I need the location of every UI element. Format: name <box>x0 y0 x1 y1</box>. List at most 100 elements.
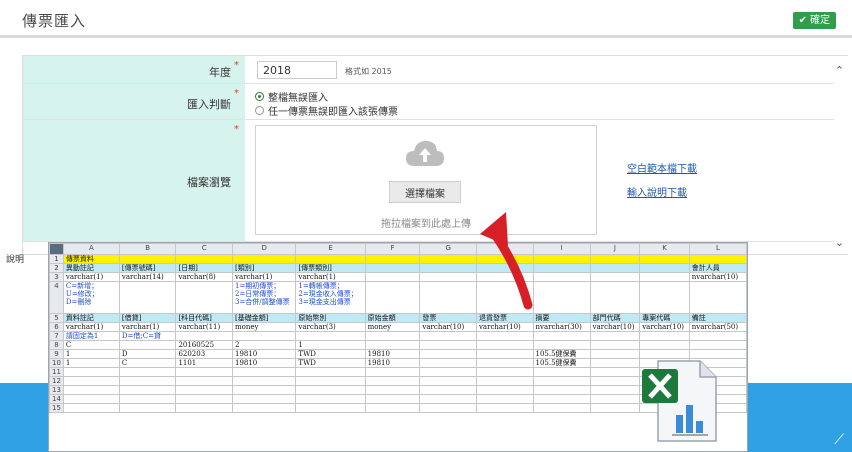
sheet-column-header: K <box>639 243 690 255</box>
sheet-cell <box>295 394 366 404</box>
sheet-cell: [傳票號碼] <box>118 263 177 273</box>
sheet-cell <box>475 340 534 350</box>
sheet-column-header: A <box>62 243 120 255</box>
sheet-cell <box>419 403 477 413</box>
sheet-cell <box>419 349 477 359</box>
chevron-down-icon[interactable]: ⌄ <box>835 236 844 249</box>
sheet-cell <box>295 385 366 395</box>
sheet-cell <box>62 367 120 377</box>
sheet-column-header: G <box>419 243 477 255</box>
sheet-row-number: 8 <box>49 340 64 350</box>
sheet-cell: 1 <box>295 340 366 350</box>
sheet-row: 3 varchar(1) varchar(14) varchar(8) varchar(… <box>49 272 747 282</box>
sheet-cell: [借貸] <box>118 313 177 323</box>
file-label-cell: 檔案瀏覽 * <box>23 120 245 241</box>
sheet-row-number: 6 <box>49 322 64 332</box>
sheet-column-header: J <box>589 243 641 255</box>
sheet-cell: nvarchar(50) <box>688 322 747 332</box>
sheet-cell: 1=期初傳票； 2=日常傳票； 3=合併/調整傳票 <box>231 281 297 314</box>
sheet-cell: 部門代碼 <box>589 313 641 323</box>
sheet-row-number: 9 <box>49 349 64 359</box>
confirm-label: 確定 <box>810 15 830 26</box>
radio-whole-file[interactable]: 整檔無誤匯入 <box>255 89 328 104</box>
sheet-row: 7 請固定為1 D=借;C=貸 <box>49 331 747 341</box>
sheet-cell <box>589 272 641 282</box>
sheet-cell <box>589 385 641 395</box>
sheet-cell: C <box>118 358 177 368</box>
sheet-cell <box>118 403 177 413</box>
sheet-cell: varchar(10) <box>475 322 534 332</box>
file-drop-zone[interactable]: 選擇檔案 拖拉檔案到此處上傳 <box>255 125 597 235</box>
radio-unselected-icon[interactable] <box>255 106 264 115</box>
sheet-cell: 20160525 <box>175 340 233 350</box>
sheet-cell <box>419 331 477 341</box>
chevron-up-icon[interactable]: ⌃ <box>835 64 844 77</box>
sheet-cell: 620203 <box>175 349 233 359</box>
sheet-cell <box>589 367 641 377</box>
radio-selected-icon[interactable] <box>255 92 264 101</box>
sheet-cell: varchar(10) <box>589 322 641 332</box>
sheet-cell <box>364 281 421 314</box>
file-label: 檔案瀏覽 <box>187 176 231 189</box>
sheet-cell <box>364 394 421 404</box>
sheet-cell <box>532 272 591 282</box>
sheet-row-number: 7 <box>49 331 64 341</box>
template-download-link[interactable]: 空白範本檔下載 <box>627 160 697 175</box>
radio-whole-file-label: 整檔無誤匯入 <box>268 93 328 104</box>
sheet-cell: 1=轉帳傳票； 2=現金收入傳票； 3=現金支出傳票 <box>295 281 366 314</box>
import-mode-label: 匯入判斷 <box>187 98 231 111</box>
year-input[interactable] <box>257 61 337 79</box>
drop-hint: 拖拉檔案到此處上傳 <box>381 219 471 230</box>
sheet-cell <box>419 385 477 395</box>
sheet-cell <box>589 254 641 264</box>
sheet-cell <box>231 254 297 264</box>
sheet-cell: 發票 <box>419 313 477 323</box>
sheet-cell: 19810 <box>364 349 421 359</box>
sheet-cell <box>62 385 120 395</box>
sheet-cell <box>118 254 177 264</box>
sheet-cell: 資料註記 <box>62 313 120 323</box>
sheet-cell <box>639 263 690 273</box>
sheet-row-number: 13 <box>49 385 64 395</box>
confirm-button[interactable]: ✔ 確定 <box>792 12 836 29</box>
sheet-cell <box>175 254 233 264</box>
sheet-cell <box>639 272 690 282</box>
sheet-cell <box>532 403 591 413</box>
sheet-cell <box>688 340 747 350</box>
sheet-cell <box>231 367 297 377</box>
year-format-hint: 格式如 2015 <box>345 67 392 76</box>
sheet-cell: 專案代碼 <box>639 313 690 323</box>
radio-per-voucher[interactable]: 任一傳票無誤即匯入該張傳票 <box>255 103 398 118</box>
sheet-cell <box>589 349 641 359</box>
sheet-cell <box>118 281 177 314</box>
sheet-cell: varchar(11) <box>175 322 233 332</box>
sheet-cell <box>231 403 297 413</box>
guide-download-link[interactable]: 輸入說明下載 <box>627 184 687 199</box>
sheet-cell <box>364 376 421 386</box>
sheet-cell <box>231 376 297 386</box>
sheet-cell: 原始幣別 <box>295 313 366 323</box>
sheet-cell: 19810 <box>231 358 297 368</box>
sheet-cell: varchar(1) <box>62 322 120 332</box>
sheet-cell <box>118 367 177 377</box>
sheet-cell: 備註 <box>688 313 747 323</box>
sheet-cell <box>62 376 120 386</box>
sheet-row-number: 11 <box>49 367 64 377</box>
sheet-cell <box>419 272 477 282</box>
choose-file-button[interactable]: 選擇檔案 <box>389 181 461 203</box>
sheet-cell: 原始金額 <box>364 313 421 323</box>
sheet-row-number: 3 <box>49 272 64 282</box>
sheet-cell <box>419 358 477 368</box>
required-mark: * <box>234 88 239 99</box>
sheet-cell <box>589 394 641 404</box>
sheet-cell <box>475 385 534 395</box>
sheet-cell <box>589 281 641 314</box>
sheet-cell <box>532 331 591 341</box>
sheet-cell <box>364 403 421 413</box>
sheet-column-header: D <box>231 243 297 255</box>
sheet-column-header: B <box>118 243 177 255</box>
sheet-row: 2 異動註記 [傳票號碼] [日期] [類別] [傳票類別] 會計人員 <box>49 263 747 273</box>
sheet-cell <box>475 403 534 413</box>
sheet-cell: varchar(3) <box>295 322 366 332</box>
note-label: 說明 <box>6 255 25 265</box>
